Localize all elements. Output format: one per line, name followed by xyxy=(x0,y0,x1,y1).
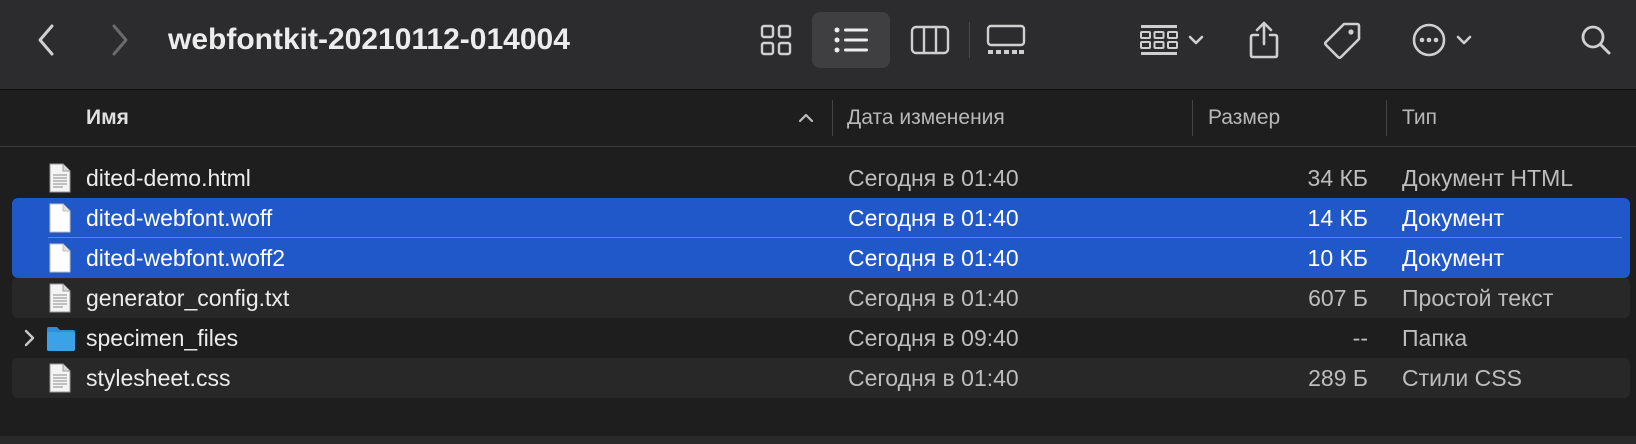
file-date: Сегодня в 01:40 xyxy=(848,165,1019,191)
file-name: dited-webfont.woff xyxy=(86,205,273,231)
file-row[interactable]: stylesheet.css Сегодня в 01:40 289 Б Сти… xyxy=(12,358,1630,398)
document-icon xyxy=(49,243,71,273)
file-kind: Стили CSS xyxy=(1402,365,1522,391)
text-document-icon xyxy=(49,363,71,393)
file-name: dited-demo.html xyxy=(86,165,251,191)
document-icon xyxy=(49,163,71,193)
gallery-view-button[interactable] xyxy=(980,14,1032,66)
file-row-selected[interactable]: dited-webfont.woff2 Сегодня в 01:40 10 К… xyxy=(12,238,1630,278)
file-name: specimen_files xyxy=(86,325,239,351)
file-date: Сегодня в 01:40 xyxy=(848,285,1019,311)
icon-view-button[interactable] xyxy=(748,14,804,66)
status-bar-edge xyxy=(0,436,1636,444)
file-name: stylesheet.css xyxy=(86,365,231,391)
tag-icon xyxy=(1323,22,1361,60)
chevron-down-icon xyxy=(1188,35,1204,45)
file-size: 14 КБ xyxy=(1307,205,1368,231)
group-by-icon xyxy=(1140,25,1178,55)
icon-view-icon xyxy=(760,24,792,56)
list-view-icon xyxy=(834,27,868,53)
column-view-icon xyxy=(910,25,950,55)
file-size: 607 Б xyxy=(1308,285,1368,311)
share-button[interactable] xyxy=(1244,14,1284,66)
toolbar-divider xyxy=(969,22,970,58)
file-size: 10 КБ xyxy=(1307,245,1368,271)
more-actions-icon xyxy=(1412,23,1446,57)
sort-ascending-icon[interactable] xyxy=(797,112,815,124)
file-date: Сегодня в 09:40 xyxy=(848,325,1019,351)
column-view-button[interactable] xyxy=(904,14,956,66)
file-size: 289 Б xyxy=(1308,365,1368,391)
file-kind: Документ HTML xyxy=(1402,165,1574,191)
text-document-icon xyxy=(49,283,71,313)
file-row-selected[interactable]: dited-webfont.woff Сегодня в 01:40 14 КБ… xyxy=(12,198,1630,238)
column-header-size[interactable]: Размер xyxy=(1208,90,1280,146)
back-button[interactable] xyxy=(26,20,66,60)
disclosure-triangle-icon[interactable] xyxy=(22,328,36,348)
folder-icon xyxy=(47,327,75,351)
file-size: 34 КБ xyxy=(1307,165,1368,191)
toolbar: webfontkit-20210112-014004 xyxy=(0,0,1636,90)
chevron-right-icon xyxy=(112,24,128,56)
file-name: generator_config.txt xyxy=(86,285,290,311)
group-by-button[interactable] xyxy=(1132,14,1212,66)
search-icon xyxy=(1581,25,1611,55)
file-date: Сегодня в 01:40 xyxy=(848,245,1019,271)
more-actions-button[interactable] xyxy=(1404,14,1480,66)
column-header-kind[interactable]: Тип xyxy=(1402,90,1437,146)
file-list: dited-demo.html Сегодня в 01:40 34 КБ До… xyxy=(12,158,1630,398)
column-divider[interactable] xyxy=(832,100,833,136)
file-kind: Папка xyxy=(1402,325,1468,351)
chevron-left-icon xyxy=(38,24,54,56)
file-date: Сегодня в 01:40 xyxy=(848,205,1019,231)
window-title: webfontkit-20210112-014004 xyxy=(168,23,570,56)
column-divider[interactable] xyxy=(1192,100,1193,136)
document-icon xyxy=(49,203,71,233)
column-divider[interactable] xyxy=(1386,100,1387,136)
file-row[interactable]: dited-demo.html Сегодня в 01:40 34 КБ До… xyxy=(12,158,1630,198)
share-icon xyxy=(1249,21,1279,59)
gallery-view-icon xyxy=(986,24,1026,54)
tag-button[interactable] xyxy=(1318,14,1366,66)
chevron-down-icon xyxy=(1456,35,1472,45)
list-view-button[interactable] xyxy=(812,12,890,68)
file-size: -- xyxy=(1352,325,1368,351)
forward-button[interactable] xyxy=(100,20,140,60)
file-kind: Простой текст xyxy=(1402,285,1554,311)
folder-row[interactable]: specimen_files Сегодня в 09:40 -- Папка xyxy=(12,318,1630,358)
column-header-bar: Имя Дата изменения Размер Тип xyxy=(0,90,1636,147)
file-kind: Документ xyxy=(1402,205,1505,231)
file-name: dited-webfont.woff2 xyxy=(86,245,286,271)
column-header-name[interactable]: Имя xyxy=(86,90,129,146)
file-date: Сегодня в 01:40 xyxy=(848,365,1019,391)
search-button[interactable] xyxy=(1576,18,1616,62)
column-header-date[interactable]: Дата изменения xyxy=(847,90,1005,146)
file-row[interactable]: generator_config.txt Сегодня в 01:40 607… xyxy=(12,278,1630,318)
file-kind: Документ xyxy=(1402,245,1505,271)
